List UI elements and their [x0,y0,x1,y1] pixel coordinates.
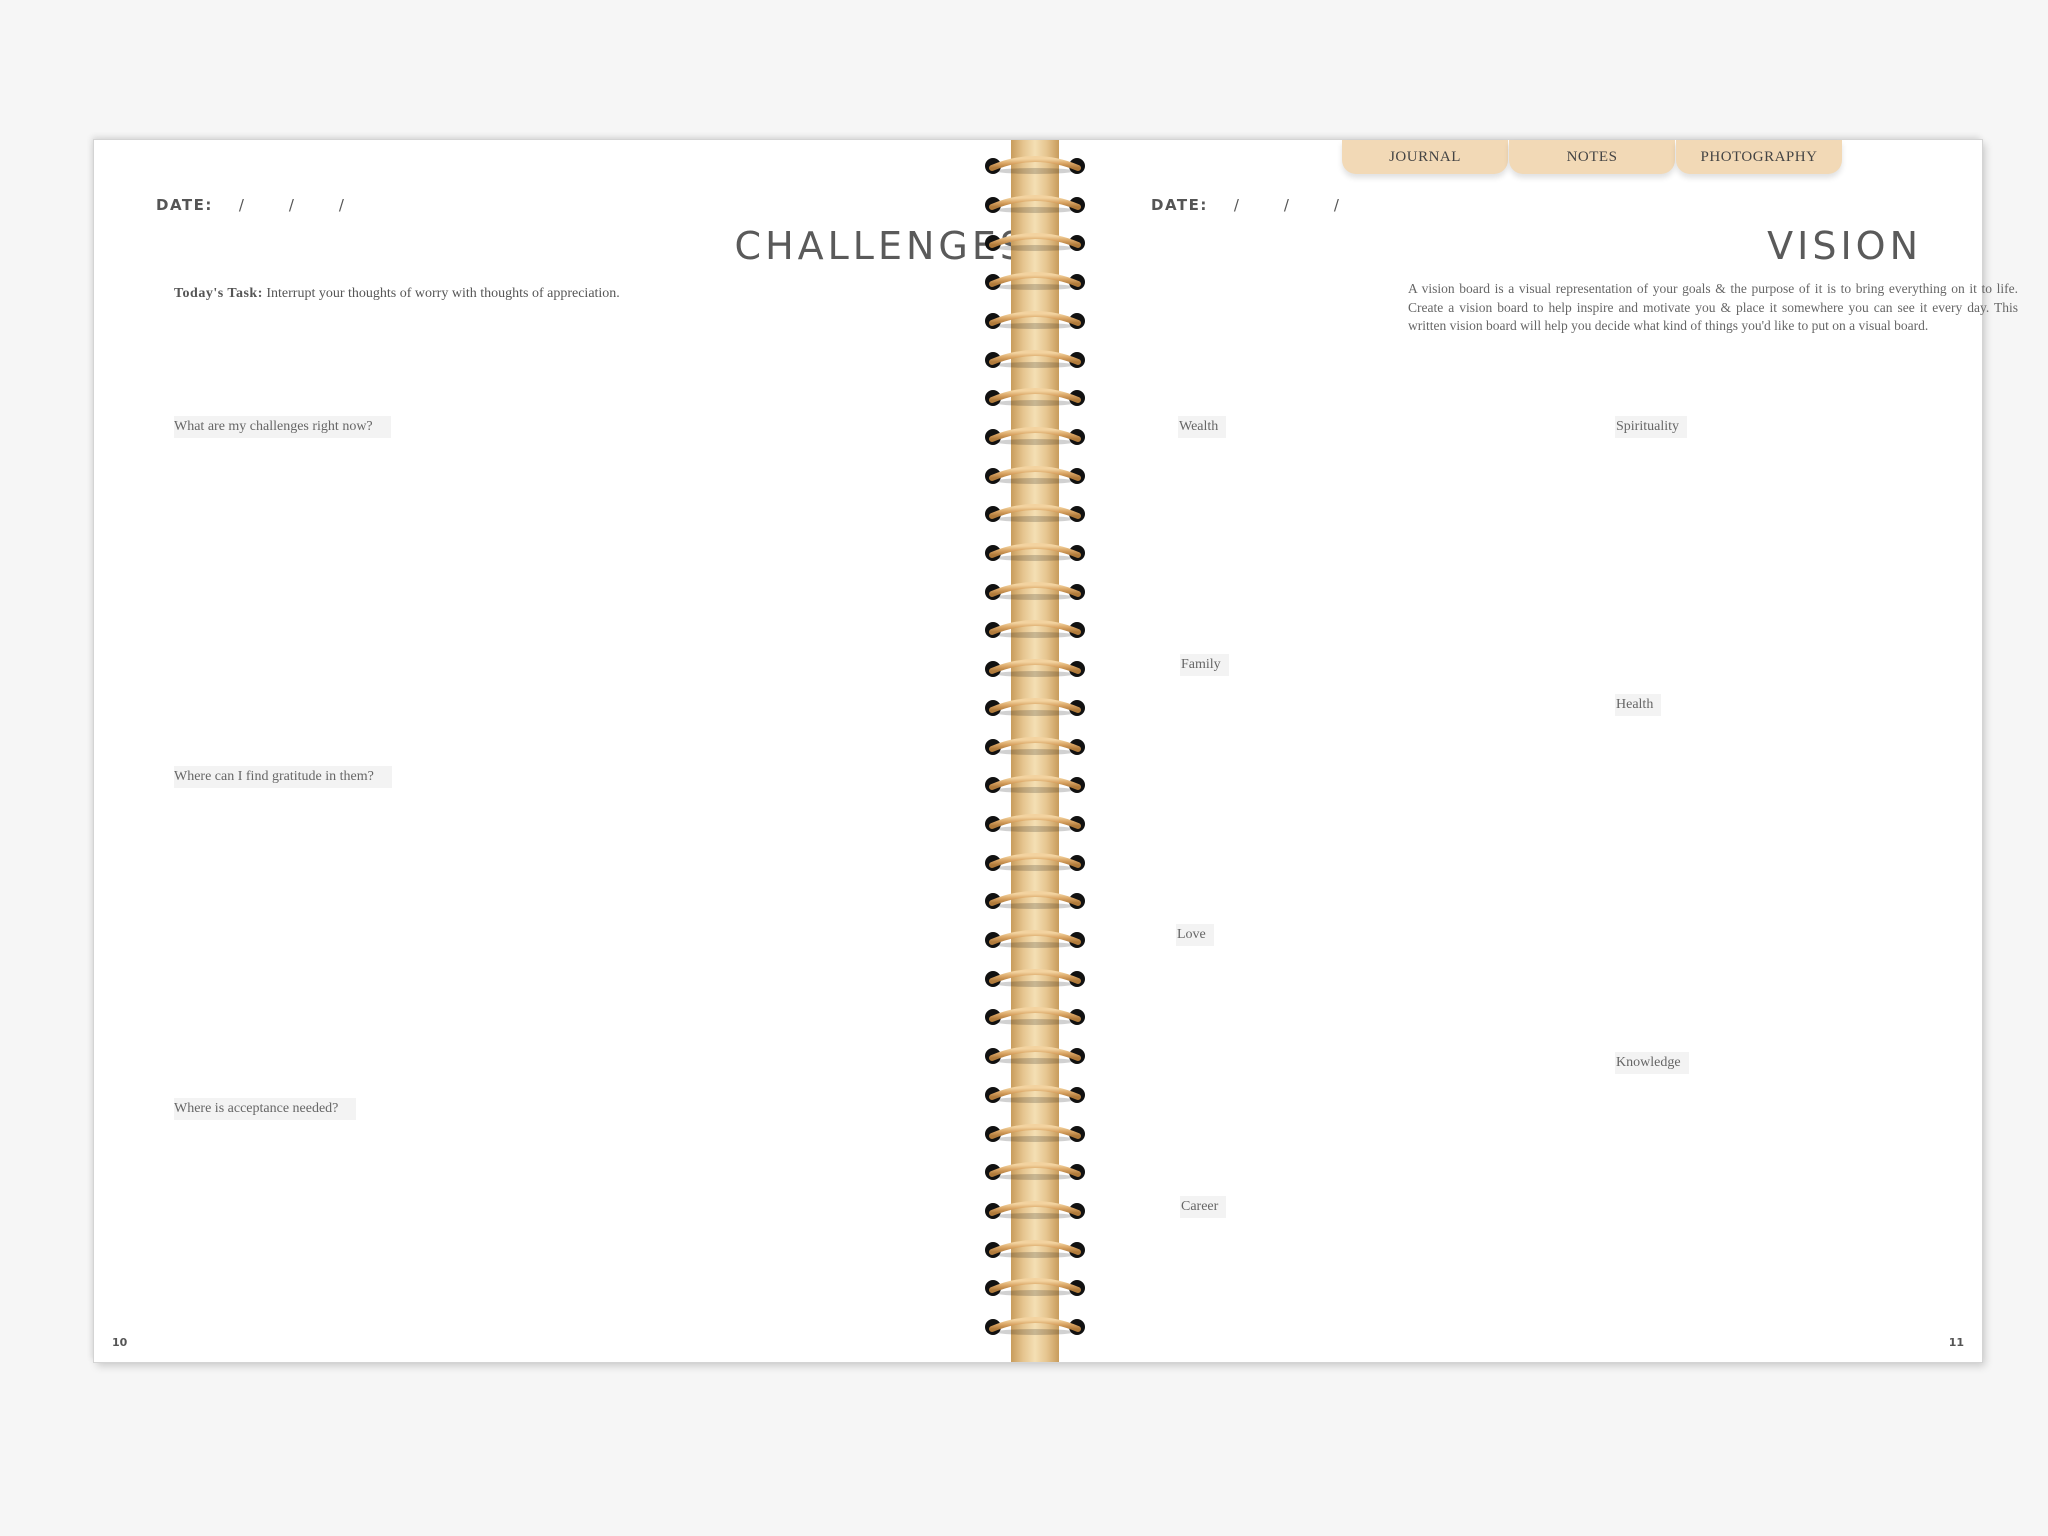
spiral-ring [985,272,1085,291]
spiral-ring [985,736,1085,755]
spiral-ring [985,1317,1085,1335]
task-text: Interrupt your thoughts of worry with th… [262,286,620,301]
date-field[interactable]: DATE: / / / [1151,196,1384,214]
spiral-ring [985,156,1085,174]
spiral-ring [985,1084,1085,1103]
category-career[interactable]: Career [1180,1196,1227,1218]
spiral-ring [985,891,1085,910]
spiral-ring [985,1046,1085,1065]
spiral-ring [985,775,1085,794]
spiral-ring [985,1278,1085,1297]
prompt-challenges[interactable]: What are my challenges right now? [174,416,391,438]
page-number: 10 [112,1336,128,1349]
spiral-ring [985,465,1085,484]
date-year-separator: / [338,196,346,214]
date-year-separator: / [1333,196,1341,214]
date-day-separator: / [288,196,296,214]
page-number: 11 [1948,1336,1964,1349]
tab-notes[interactable]: NOTES [1509,140,1675,174]
spiral-ring [985,1162,1085,1181]
category-love[interactable]: Love [1176,924,1214,946]
spiral-ring [985,194,1085,213]
spiral-ring [985,659,1085,678]
spiral-ring [985,1123,1085,1142]
date-month-separator: / [1233,196,1241,214]
category-knowledge[interactable]: Knowledge [1615,1052,1689,1074]
date-label: DATE: [1151,196,1208,214]
date-label: DATE: [156,196,213,214]
spiral-ring [985,620,1085,639]
tab-photography[interactable]: PHOTOGRAPHY [1676,140,1842,174]
spiral-rings [982,140,1088,1362]
prompt-gratitude[interactable]: Where can I find gratitude in them? [174,766,392,788]
page-title: VISION [1767,224,1922,268]
date-month-separator: / [238,196,246,214]
spiral-ring [985,388,1085,407]
date-field[interactable]: DATE: / / / [156,196,389,214]
spiral-ring [985,968,1085,987]
spiral-ring [985,504,1085,523]
left-page: DATE: / / / CHALLENGES Today's Task: Int… [94,140,1038,1362]
spiral-ring [985,233,1085,252]
spiral-ring [985,349,1085,368]
spiral-ring [985,543,1085,561]
spiral-ring [985,1007,1085,1026]
spiral-ring [985,581,1085,600]
prompt-acceptance[interactable]: Where is acceptance needed? [174,1098,357,1120]
spiral-ring [985,1200,1085,1219]
spiral-ring [985,813,1085,832]
spiral-ring [985,310,1085,329]
category-wealth[interactable]: Wealth [1178,416,1227,438]
todays-task: Today's Task: Interrupt your thoughts of… [174,286,620,302]
section-tabs: JOURNAL NOTES PHOTOGRAPHY [1342,140,1843,174]
spiral-ring [985,697,1085,716]
spiral-ring [985,930,1085,948]
right-page: JOURNAL NOTES PHOTOGRAPHY DATE: / / / VI… [1038,140,2018,1362]
task-label: Today's Task: [174,286,263,301]
category-spirituality[interactable]: Spirituality [1615,416,1687,438]
tab-journal[interactable]: JOURNAL [1342,140,1508,174]
date-day-separator: / [1283,196,1291,214]
vision-intro: A vision board is a visual representatio… [1408,281,2018,333]
category-family[interactable]: Family [1180,654,1229,676]
spiral-ring [985,852,1085,871]
spiral-ring [985,426,1085,445]
spiral-ring [985,1239,1085,1258]
category-health[interactable]: Health [1615,694,1662,716]
